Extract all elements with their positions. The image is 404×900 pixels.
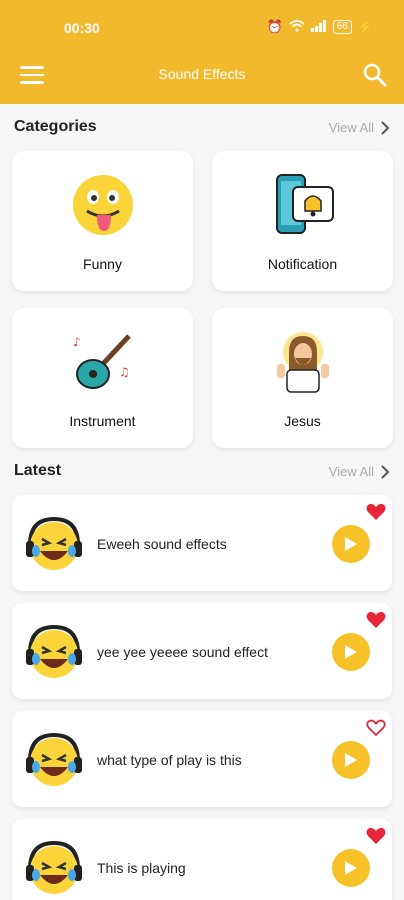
latest-title: Latest <box>14 462 62 479</box>
battery-indicator: 66 <box>332 20 352 34</box>
app-bar: Sound Effects <box>0 52 404 104</box>
play-icon <box>345 753 357 767</box>
list-item[interactable]: This is playing <box>12 819 392 900</box>
category-label: Funny <box>83 256 122 272</box>
chevron-right-icon <box>381 120 390 135</box>
favorite-heart-icon[interactable] <box>366 611 386 629</box>
sound-title: yee yee yeeee sound effect <box>97 644 268 660</box>
favorite-heart-outline-icon[interactable] <box>366 719 386 737</box>
play-button[interactable] <box>332 741 370 779</box>
jesus-icon <box>271 330 335 394</box>
sound-title: This is playing <box>97 860 186 876</box>
view-all-label: View All <box>328 464 374 479</box>
svg-text:♪: ♪ <box>73 335 81 349</box>
play-icon <box>345 861 357 875</box>
categories-header: Categories View All <box>14 118 390 142</box>
category-label: Notification <box>267 256 338 272</box>
category-label: Instrument <box>69 413 136 429</box>
sound-title: what type of play is this <box>97 752 242 768</box>
category-card-notification[interactable]: Notification <box>212 151 393 291</box>
charging-icon: ⚡ <box>357 19 374 34</box>
categories-view-all[interactable]: View All <box>329 120 390 135</box>
alarm-icon: ⏰ <box>266 19 283 34</box>
laughing-headphones-emoji-icon <box>24 731 84 789</box>
list-item[interactable]: Eweeh sound effects <box>12 495 392 591</box>
search-icon[interactable] <box>362 62 388 88</box>
laughing-tongue-emoji-icon <box>71 173 135 237</box>
category-card-funny[interactable]: Funny <box>12 151 193 291</box>
play-icon <box>345 645 357 659</box>
latest-view-all[interactable]: View All <box>329 464 390 479</box>
signal-icon <box>310 19 327 35</box>
laughing-headphones-emoji-icon <box>24 515 84 573</box>
top-app-bar: 00:30 ⏰ 66 ⚡ Sound Effects <box>0 0 404 104</box>
laughing-headphones-emoji-icon <box>24 839 84 897</box>
favorite-heart-icon[interactable] <box>366 503 386 521</box>
category-card-jesus[interactable]: Jesus <box>212 308 393 448</box>
status-icons: ⏰ 66 ⚡ <box>266 19 374 35</box>
category-card-instrument[interactable]: ♪ ♫ Instrument <box>12 308 193 448</box>
svg-text:♫: ♫ <box>119 365 130 379</box>
page-title: Sound Effects <box>158 66 246 82</box>
guitar-icon: ♪ ♫ <box>71 330 135 394</box>
categories-title: Categories <box>14 118 97 135</box>
play-button[interactable] <box>332 849 370 887</box>
view-all-label: View All <box>328 120 374 135</box>
chevron-right-icon <box>381 464 390 479</box>
favorite-heart-icon[interactable] <box>366 827 386 845</box>
play-button[interactable] <box>332 633 370 671</box>
sound-title: Eweeh sound effects <box>97 536 227 552</box>
play-icon <box>345 537 357 551</box>
laughing-headphones-emoji-icon <box>24 623 84 681</box>
latest-header: Latest View All <box>14 462 390 486</box>
wifi-icon <box>289 19 305 35</box>
status-time: 00:30 <box>64 20 100 36</box>
category-label: Jesus <box>284 413 321 429</box>
status-bar: 00:30 ⏰ 66 ⚡ <box>0 0 404 52</box>
play-button[interactable] <box>332 525 370 563</box>
list-item[interactable]: yee yee yeeee sound effect <box>12 603 392 699</box>
phone-bell-notification-icon <box>271 173 335 237</box>
list-item[interactable]: what type of play is this <box>12 711 392 807</box>
